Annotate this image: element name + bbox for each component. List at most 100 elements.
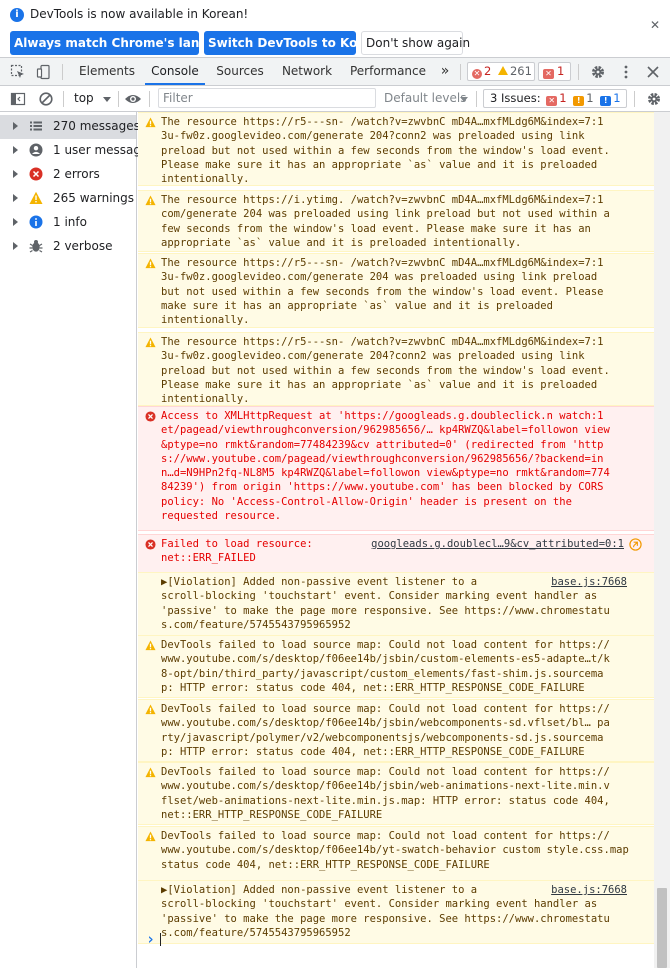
warning-icon (145, 195, 156, 206)
settings-gear-icon[interactable] (590, 64, 606, 80)
message-line: et/pagead/viewthroughconversion/96298565… (161, 424, 610, 437)
message-line: The resource https://i.ytimg. /watch?v=z… (161, 194, 604, 206)
message-line: The resource https://r5---sn- /watch?v=z… (161, 257, 604, 269)
issues-label: 3 Issues: (490, 91, 541, 105)
warning-icon (145, 117, 156, 128)
separator (118, 91, 119, 107)
console-warning-message[interactable]: The resource https://r5---sn- /watch?v=z… (138, 253, 654, 328)
message-line: but not used within a few seconds from t… (161, 285, 604, 298)
tab-elements[interactable]: Elements (74, 58, 140, 85)
console-settings-gear-icon[interactable] (646, 91, 662, 107)
prompt-chevron-icon: › (146, 930, 156, 948)
user-icon (29, 143, 43, 157)
console-warning-message[interactable]: The resource https://r5---sn- /watch?v=z… (138, 112, 654, 186)
live-expression-eye-icon[interactable] (124, 91, 142, 107)
error-icon (145, 539, 156, 550)
sidebar-toggle-icon[interactable] (10, 91, 26, 107)
message-line: net::ERR_HTTP_RESPONSE_CODE_FAILURE (161, 808, 383, 821)
network-request-icon[interactable] (629, 538, 642, 551)
message-line: make sure it has an appropriate `as` val… (161, 299, 553, 312)
tab-console[interactable]: Console (145, 58, 205, 85)
source-link[interactable]: googleads.g.doublecl…9&cv_attributed=0:1 (365, 537, 624, 552)
console-sidebar: 270 messages 1 user message 2 errors 265… (0, 112, 148, 968)
message-text: The resource https://i.ytimg. /watch?v=z… (161, 193, 631, 250)
console-violation-message[interactable]: ▶[Violation] Added non-passive event lis… (138, 572, 654, 636)
close-icon[interactable]: ✕ (650, 19, 660, 31)
console-messages[interactable]: The resource https://r5---sn- /watch?v=z… (138, 112, 654, 968)
message-line: 3u-fw0z.googlevideo.com/generate 204?con… (161, 350, 585, 363)
dont-show-again-button[interactable]: Don't show again (361, 31, 470, 55)
issue-count: 1 (557, 64, 565, 78)
tab-performance[interactable]: Performance (345, 58, 431, 85)
close-devtools-icon[interactable] (645, 64, 661, 80)
console-warning-message[interactable]: DevTools failed to load source map: Coul… (138, 635, 654, 698)
scrollbar-thumb[interactable] (657, 888, 667, 968)
prompt-cursor[interactable] (160, 933, 161, 946)
console-error-message[interactable]: Failed to load resource: net::ERR_FAILED g… (138, 534, 654, 574)
always-match-language-button[interactable]: Always match Chrome's language (10, 31, 241, 55)
clear-console-icon[interactable] (38, 91, 54, 107)
warning-icon (145, 337, 156, 348)
warning-icon (145, 258, 156, 269)
separator (460, 64, 461, 80)
more-tabs-button[interactable]: » (436, 58, 454, 85)
expand-arrow-icon[interactable] (13, 242, 18, 250)
message-line: 3u-fw0z.googlevideo.com/generate 204 was… (161, 271, 598, 284)
tab-sources[interactable]: Sources (211, 58, 269, 85)
warning-icon (145, 767, 156, 778)
issues-button[interactable]: 3 Issues: ✕ 1 ! 1 ! 1 (483, 89, 627, 108)
context-selector[interactable]: top (66, 86, 116, 112)
issues-counter[interactable]: ✕ 1 (538, 62, 571, 81)
log-levels-dropdown[interactable]: Default levels (380, 86, 472, 112)
sidebar-item-label: 1 user message (53, 143, 149, 157)
device-toolbar-icon[interactable] (36, 64, 52, 80)
source-link[interactable]: base.js:7668 (545, 883, 627, 898)
warning-icon (145, 704, 156, 715)
infobar-message: DevTools is now available in Korean! (30, 7, 249, 21)
sidebar-item-label: 265 warnings (53, 191, 135, 205)
sidebar-item-warnings[interactable]: 265 warnings (0, 187, 136, 211)
message-line: preload but not used within a few second… (161, 144, 610, 157)
console-warning-message[interactable]: DevTools failed to load source map: Coul… (138, 699, 654, 762)
console-warning-message[interactable]: DevTools failed to load source map: Coul… (138, 762, 654, 825)
message-line: com/generate 204 was preloaded using lin… (161, 208, 610, 221)
error-icon (29, 167, 43, 181)
expand-arrow-icon[interactable] (13, 194, 18, 202)
expand-arrow-icon[interactable] (13, 218, 18, 226)
sidebar-item-messages[interactable]: 270 messages (0, 115, 140, 139)
separator (578, 64, 579, 80)
expand-arrow-icon[interactable] (13, 170, 18, 178)
expand-arrow-icon[interactable] (13, 122, 18, 130)
message-text: The resource https://r5---sn- /watch?v=z… (161, 256, 631, 327)
message-line: DevTools failed to load source map: Coul… (161, 830, 610, 842)
console-prompt[interactable]: › (138, 930, 654, 950)
switch-devtools-korean-button[interactable]: Switch DevTools to Korean (204, 31, 388, 55)
console-scrollbar[interactable] (654, 112, 670, 968)
sidebar-item-info[interactable]: 1 info (0, 211, 136, 235)
sidebar-item-user-messages[interactable]: 1 user message (0, 139, 148, 163)
console-error-message[interactable]: Access to XMLHttpRequest at 'https://goo… (138, 406, 654, 531)
message-line: DevTools failed to load source map: Coul… (161, 639, 610, 651)
filter-input[interactable] (158, 88, 376, 108)
console-warning-message[interactable]: The resource https://r5---sn- /watch?v=z… (138, 332, 654, 406)
inspect-element-icon[interactable] (10, 64, 26, 80)
info-icon: i (10, 8, 24, 22)
console-counters[interactable]: ✕ 2 261 (467, 62, 535, 81)
sidebar-item-verbose[interactable]: 2 verbose (0, 235, 136, 259)
warning-icon (497, 66, 508, 75)
tab-network[interactable]: Network (276, 58, 338, 85)
console-warning-message[interactable]: The resource https://i.ytimg. /watch?v=z… (138, 190, 654, 252)
source-link[interactable]: base.js:7668 (545, 575, 627, 590)
sidebar-item-label: 270 messages (53, 119, 140, 133)
message-line: scroll-blocking 'touchstart' event. Cons… (161, 898, 598, 911)
message-line: net::ERR_FAILED (161, 552, 256, 565)
message-line: DevTools failed to load source map: Coul… (161, 766, 610, 778)
sidebar-item-errors[interactable]: 2 errors (0, 163, 136, 187)
separator (476, 91, 477, 107)
expand-arrow-icon[interactable] (13, 146, 18, 154)
message-text: DevTools failed to load source map: Coul… (161, 829, 631, 872)
message-text: The resource https://r5---sn- /watch?v=z… (161, 115, 631, 186)
message-line: &ptype=no rmkt&random=77484239&cv attrib… (161, 438, 604, 451)
more-options-icon[interactable] (618, 64, 634, 80)
message-text: Access to XMLHttpRequest at 'https://goo… (161, 409, 631, 523)
